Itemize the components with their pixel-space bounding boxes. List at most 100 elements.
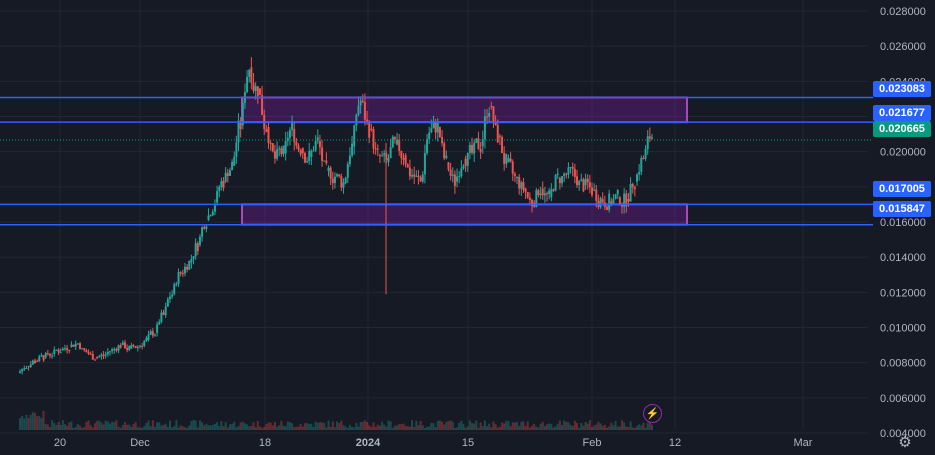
volume-bar xyxy=(291,423,294,430)
volume-bar xyxy=(608,426,611,430)
lightning-icon[interactable]: ⚡ xyxy=(643,404,662,423)
volume-bar xyxy=(593,425,596,430)
volume-bar xyxy=(136,427,139,430)
volume-bar xyxy=(192,420,195,430)
volume-bar xyxy=(271,425,274,430)
volume-bar xyxy=(563,420,566,430)
candle-body xyxy=(636,174,639,182)
volume-bar xyxy=(531,425,534,430)
gear-icon[interactable]: ⚙ xyxy=(896,434,914,452)
candle-body xyxy=(314,140,317,151)
candle-body xyxy=(355,114,358,126)
volume-bar xyxy=(33,412,36,430)
time-axis[interactable]: 20 Dec 18 2024 15 Feb 12 Mar xyxy=(54,437,813,449)
volume-bar xyxy=(44,424,47,430)
volume-bar xyxy=(256,421,259,430)
volume-bar xyxy=(477,427,480,430)
candle-body xyxy=(111,349,114,352)
candle-body xyxy=(651,137,653,139)
volume-bar xyxy=(29,414,32,430)
candle-body xyxy=(104,354,107,356)
volume-bar xyxy=(141,427,144,430)
volume-bar xyxy=(314,421,317,430)
candle-body xyxy=(541,188,544,196)
volume-bar xyxy=(243,423,246,430)
candle-body xyxy=(573,169,576,178)
candle-body xyxy=(438,127,441,138)
candle-body xyxy=(211,211,214,216)
candle-body xyxy=(267,127,270,144)
candle-body xyxy=(389,147,392,159)
candle-body xyxy=(301,148,304,154)
volume-bar xyxy=(621,420,624,430)
candle-body xyxy=(381,155,384,157)
candle-body xyxy=(63,348,66,350)
volume-bar xyxy=(625,426,628,430)
price-axis[interactable]: 0.0280000.0260000.0240000.0220000.020000… xyxy=(880,6,926,440)
candle-body xyxy=(171,294,174,297)
volume-bar xyxy=(537,427,540,430)
volume-bar xyxy=(149,426,152,430)
volume-bar xyxy=(284,426,287,430)
volume-bar xyxy=(241,421,244,430)
candle-body xyxy=(569,167,572,169)
volume-bar xyxy=(616,426,619,430)
candle-body xyxy=(492,106,495,123)
volume-bar xyxy=(576,422,579,430)
volume-bar xyxy=(250,426,253,430)
volume-bar xyxy=(295,426,298,430)
volume-bar xyxy=(222,426,225,430)
volume-bar xyxy=(286,421,289,430)
volume-bar xyxy=(618,426,621,430)
candle-body xyxy=(475,138,478,143)
volume-bar xyxy=(348,424,351,430)
candle-body xyxy=(638,171,641,175)
candle-body xyxy=(473,142,476,154)
volume-bar xyxy=(21,415,24,430)
candle-body xyxy=(348,155,351,164)
candle-body xyxy=(177,272,180,284)
candle-body xyxy=(31,360,34,365)
volume-bar xyxy=(571,426,574,430)
volume-bar xyxy=(565,421,568,430)
candle-body xyxy=(612,199,615,204)
candle-body xyxy=(531,199,534,207)
candle-body xyxy=(250,67,253,83)
volume-bar xyxy=(179,425,182,430)
candle-body xyxy=(224,172,227,182)
candle-body xyxy=(640,158,643,172)
volume-bar xyxy=(224,422,227,430)
candle-body xyxy=(505,154,508,164)
candle-body xyxy=(21,368,24,372)
volume-bar xyxy=(370,426,373,430)
candle-body xyxy=(631,184,634,188)
price-tag-resistance-low: 0.021677 xyxy=(873,105,931,121)
candle-body xyxy=(586,178,589,183)
candle-body xyxy=(271,143,274,152)
volume-bar xyxy=(599,423,602,430)
candle-body xyxy=(595,189,598,201)
volume-bar xyxy=(432,423,435,430)
volume-bar xyxy=(451,421,454,430)
candle-body xyxy=(483,116,486,140)
volume-bar xyxy=(72,427,75,430)
volume-bar xyxy=(426,426,429,430)
volume-bar xyxy=(177,427,180,430)
volume-bar xyxy=(522,421,525,430)
candle-body xyxy=(128,346,131,350)
y-tick-label: 0.026000 xyxy=(880,41,926,53)
candle-body xyxy=(486,116,489,118)
price-chart[interactable]: 0.0280000.0260000.0240000.0220000.020000… xyxy=(0,0,935,455)
candle-body xyxy=(61,348,64,351)
candle-body xyxy=(78,343,81,349)
candle-body xyxy=(361,100,364,103)
candle-body xyxy=(344,177,347,184)
volume-bar xyxy=(408,426,411,430)
volume-bar xyxy=(325,427,328,430)
volume-bar xyxy=(419,421,422,430)
volume-bar xyxy=(486,426,489,430)
volume-bar xyxy=(46,424,49,430)
candle-body xyxy=(648,136,651,139)
volume-bar xyxy=(340,420,343,430)
volume-bar xyxy=(642,422,645,430)
